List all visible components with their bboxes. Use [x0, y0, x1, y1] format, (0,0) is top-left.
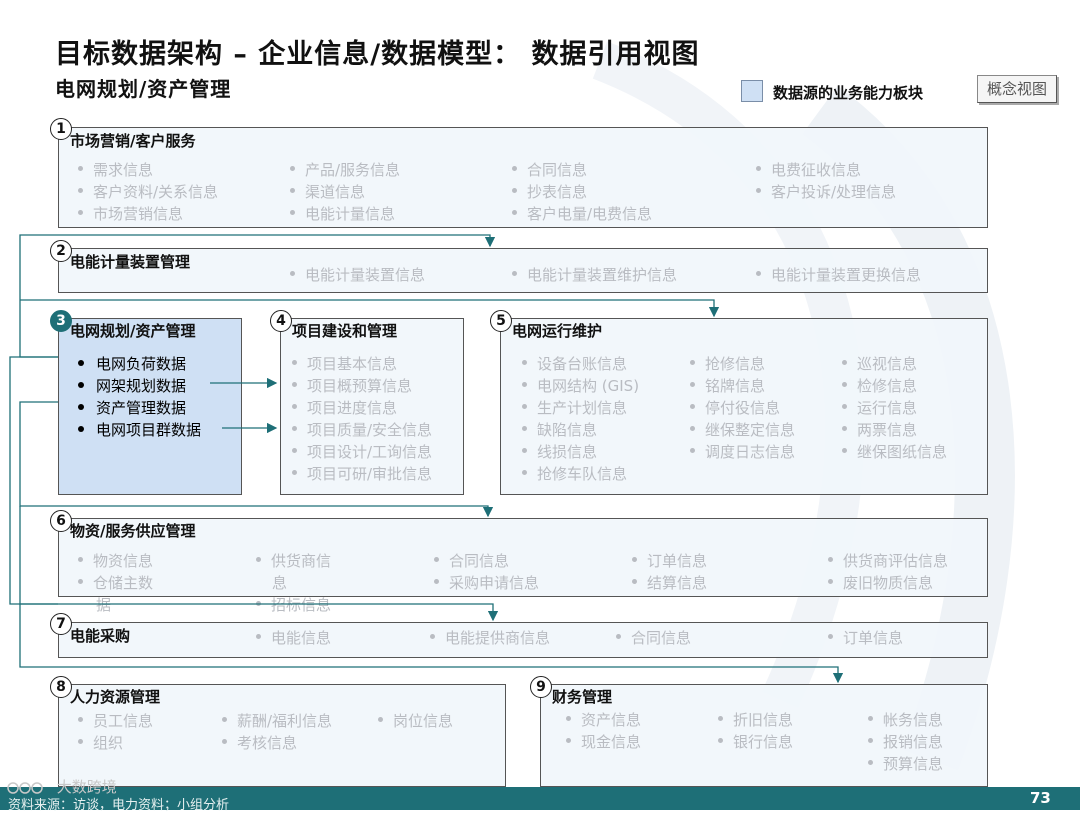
list-item: 薪酬/福利信息 [222, 710, 332, 731]
list-item: 电网负荷数据 [78, 353, 186, 374]
section-number-9: 9 [530, 676, 552, 698]
list-item: 抄表信息 [512, 181, 587, 202]
section-number-1: 1 [50, 118, 72, 140]
list-item: 现金信息 [566, 731, 641, 752]
list-item: 客户资料/关系信息 [78, 181, 218, 202]
section-number-7: 7 [50, 613, 72, 635]
list-item: 抢修车队信息 [522, 463, 627, 484]
list-item: 需求信息 [78, 159, 153, 180]
list-item: 废旧物质信息 [828, 572, 933, 593]
concept-view-badge[interactable]: 概念视图 [977, 75, 1057, 103]
section-title-9: 财务管理 [552, 688, 613, 706]
page-title: 目标数据架构 – 企业信息/数据模型： 数据引用视图 [55, 39, 700, 70]
page-subtitle: 电网规划/资产管理 [55, 77, 232, 101]
list-item: 订单信息 [632, 550, 707, 571]
list-item: 物资信息 [78, 550, 153, 571]
list-item: 两票信息 [842, 419, 917, 440]
list-item: 项目设计/工询信息 [292, 441, 432, 462]
list-item: 项目质量/安全信息 [292, 419, 432, 440]
section-number-4: 4 [270, 310, 292, 332]
list-item: 巡视信息 [842, 353, 917, 374]
list-item: 银行信息 [718, 731, 793, 752]
list-item: 仓储主数 [78, 572, 153, 593]
section-number-3: 3 [50, 310, 72, 332]
list-item: 电费征收信息 [756, 159, 861, 180]
legend-swatch [741, 80, 763, 102]
list-item: 抢修信息 [690, 353, 765, 374]
list-item: 设备台账信息 [522, 353, 627, 374]
section-number-8: 8 [50, 676, 72, 698]
list-item: 客户电量/电费信息 [512, 203, 652, 224]
list-item: 员工信息 [78, 710, 153, 731]
section-title-8: 人力资源管理 [70, 688, 161, 706]
section-title-3: 电网规划/资产管理 [70, 322, 196, 340]
list-item: 合同信息 [512, 159, 587, 180]
list-item: 报销信息 [868, 731, 943, 752]
section-title-7: 电能采购 [70, 627, 131, 645]
list-item: 资产信息 [566, 709, 641, 730]
section-title-4: 项目建设和管理 [292, 322, 398, 340]
list-item: 停付役信息 [690, 397, 780, 418]
page-number: 73 [1030, 789, 1051, 807]
legend-label: 数据源的业务能力板块 [773, 84, 924, 102]
list-item: 折旧信息 [718, 709, 793, 730]
section-title-1: 市场营销/客户服务 [70, 132, 196, 150]
list-item: 项目可研/审批信息 [292, 463, 432, 484]
section-title-6: 物资/服务供应管理 [70, 522, 196, 540]
list-item: 电网项目群数据 [78, 419, 201, 440]
list-item: 供货商信 [256, 550, 331, 571]
list-item: 线损信息 [522, 441, 597, 462]
list-item: 据 [96, 596, 112, 614]
list-item: 电能计量装置更换信息 [756, 264, 921, 285]
list-item: 客户投诉/处理信息 [756, 181, 896, 202]
list-item: 考核信息 [222, 732, 297, 753]
list-item: 资产管理数据 [78, 397, 186, 418]
list-item: 结算信息 [632, 572, 707, 593]
list-item: 项目概预算信息 [292, 375, 412, 396]
list-item: 合同信息 [434, 550, 509, 571]
list-item: 产品/服务信息 [290, 159, 400, 180]
watermark-icon [7, 781, 43, 794]
list-item: 缺陷信息 [522, 419, 597, 440]
list-item: 组织 [78, 732, 123, 753]
list-item: 电能计量信息 [290, 203, 395, 224]
list-item: 项目进度信息 [292, 397, 397, 418]
list-item: 调度日志信息 [690, 441, 795, 462]
list-item: 铭牌信息 [690, 375, 765, 396]
list-item: 网架规划数据 [78, 375, 186, 396]
list-item: 采购申请信息 [434, 572, 539, 593]
section-number-6: 6 [50, 510, 72, 532]
list-item: 电能信息 [256, 627, 331, 648]
list-item: 市场营销信息 [78, 203, 183, 224]
list-item: 运行信息 [842, 397, 917, 418]
section-title-5: 电网运行维护 [512, 322, 603, 340]
list-item: 电能计量装置维护信息 [512, 264, 677, 285]
list-item: 帐务信息 [868, 709, 943, 730]
list-item: 岗位信息 [378, 710, 453, 731]
list-item: 电能计量装置信息 [290, 264, 425, 285]
list-item: 订单信息 [828, 627, 903, 648]
list-item: 息 [272, 574, 288, 592]
list-item: 继保整定信息 [690, 419, 795, 440]
list-item: 合同信息 [616, 627, 691, 648]
list-item: 项目基本信息 [292, 353, 397, 374]
list-item: 生产计划信息 [522, 397, 627, 418]
watermark-logo: 大数跨境 [6, 776, 117, 797]
section-number-2: 2 [50, 240, 72, 262]
section-number-5: 5 [490, 310, 512, 332]
list-item: 预算信息 [868, 753, 943, 774]
section-title-2: 电能计量装置管理 [70, 253, 191, 271]
list-item: 继保图纸信息 [842, 441, 947, 462]
list-item: 招标信息 [256, 594, 331, 615]
list-item: 检修信息 [842, 375, 917, 396]
list-item: 供货商评估信息 [828, 550, 948, 571]
list-item: 渠道信息 [290, 181, 365, 202]
list-item: 电网结构 (GIS) [522, 375, 639, 396]
list-item: 电能提供商信息 [430, 627, 550, 648]
